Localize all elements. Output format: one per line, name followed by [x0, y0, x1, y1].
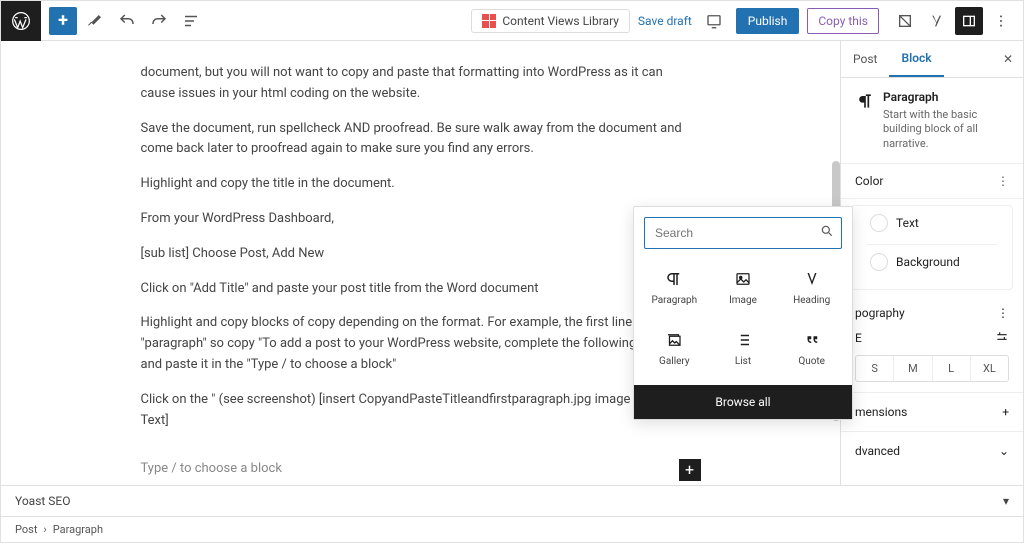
- block-option-heading[interactable]: Heading: [779, 259, 844, 316]
- paragraph-block[interactable]: Highlight and copy the title in the docu…: [141, 174, 701, 195]
- paragraph-block[interactable]: Save the document, run spellcheck AND pr…: [141, 119, 701, 161]
- paragraph-block[interactable]: document, but you will not want to copy …: [141, 63, 701, 105]
- block-search-input[interactable]: [644, 217, 842, 249]
- tab-post[interactable]: Post: [841, 42, 889, 76]
- breadcrumb-separator: ›: [43, 523, 46, 536]
- empty-paragraph-placeholder[interactable]: Type / to choose a block: [141, 459, 679, 480]
- redo-icon[interactable]: [145, 7, 173, 35]
- advanced-section[interactable]: dvanced ⌄: [841, 432, 1023, 470]
- block-type-description: Start with the basic building block of a…: [883, 108, 1009, 151]
- document-outline-icon[interactable]: [177, 7, 205, 35]
- block-option-list[interactable]: List: [711, 320, 776, 377]
- block-type-title: Paragraph: [883, 90, 1009, 104]
- chevron-down-icon: ⌄: [999, 444, 1009, 458]
- sidebar-toggle-icon[interactable]: [955, 7, 983, 35]
- block-option-image[interactable]: Image: [711, 259, 776, 316]
- color-panel-label: Color: [855, 174, 883, 188]
- text-color-option[interactable]: Text: [866, 206, 998, 240]
- publish-button[interactable]: Publish: [736, 8, 800, 34]
- edit-tools-icon[interactable]: [81, 7, 109, 35]
- quote-icon: [802, 330, 822, 350]
- yoast-icon[interactable]: [923, 7, 951, 35]
- settings-sidebar: Post Block ✕ Paragraph Start with the ba…: [840, 41, 1023, 485]
- content-views-label: Content Views Library: [502, 14, 619, 28]
- background-color-label: Background: [896, 255, 960, 269]
- block-option-label: Gallery: [659, 356, 690, 367]
- size-custom-icon[interactable]: [995, 330, 1009, 347]
- block-option-gallery[interactable]: Gallery: [642, 320, 707, 377]
- font-size-s[interactable]: S: [856, 356, 893, 381]
- size-label-partial: E: [855, 331, 862, 345]
- wordpress-logo[interactable]: [1, 1, 41, 41]
- yoast-seo-label: Yoast SEO: [15, 494, 71, 508]
- paragraph-icon: [664, 269, 684, 289]
- paragraph-block[interactable]: Highlight and copy blocks of copy depend…: [141, 313, 701, 375]
- paragraph-block[interactable]: Click on "Add Title" and paste your post…: [141, 279, 701, 300]
- text-color-label: Text: [896, 216, 919, 230]
- background-color-swatch: [870, 253, 888, 271]
- paragraph-block[interactable]: Click on the " (see screenshot) [insert …: [141, 390, 701, 432]
- color-panel-options-icon[interactable]: ⋮: [997, 174, 1009, 188]
- undo-icon[interactable]: [113, 7, 141, 35]
- heading-icon: [802, 269, 822, 289]
- browse-all-button[interactable]: Browse all: [634, 385, 852, 419]
- tab-block[interactable]: Block: [889, 41, 943, 77]
- copy-this-button[interactable]: Copy this: [807, 8, 879, 34]
- background-color-option[interactable]: Background: [866, 244, 998, 279]
- dimensions-section[interactable]: mensions +: [841, 393, 1023, 432]
- block-option-paragraph[interactable]: Paragraph: [642, 259, 707, 316]
- chevron-down-icon: ▾: [1003, 494, 1009, 508]
- typography-options-icon[interactable]: ⋮: [997, 306, 1009, 320]
- font-size-m[interactable]: M: [893, 356, 931, 381]
- block-option-label: Quote: [798, 356, 825, 367]
- paragraph-block[interactable]: [sub list] Choose Post, Add New: [141, 244, 701, 265]
- save-draft-button[interactable]: Save draft: [638, 14, 692, 28]
- image-icon: [733, 269, 753, 289]
- block-option-label: Image: [729, 295, 757, 306]
- settings-icon[interactable]: [891, 7, 919, 35]
- search-icon: [820, 224, 834, 242]
- color-panel-header[interactable]: Color ⋮: [841, 164, 1023, 199]
- breadcrumb-paragraph[interactable]: Paragraph: [53, 523, 103, 536]
- block-option-quote[interactable]: Quote: [779, 320, 844, 377]
- block-option-label: Paragraph: [651, 295, 697, 306]
- font-size-xl[interactable]: XL: [970, 356, 1008, 381]
- inline-add-block-button[interactable]: +: [679, 459, 701, 481]
- breadcrumb-post[interactable]: Post: [15, 523, 37, 536]
- close-sidebar-icon[interactable]: ✕: [993, 46, 1023, 72]
- paragraph-block-icon: [855, 90, 875, 112]
- list-icon: [733, 330, 753, 350]
- yoast-seo-panel[interactable]: Yoast SEO ▾: [1, 486, 1023, 517]
- dimensions-label: mensions: [855, 405, 907, 419]
- typography-label: pography: [855, 306, 905, 320]
- block-inserter-popover: Paragraph Image Heading Gallery List Quo…: [633, 206, 853, 420]
- preview-icon[interactable]: [700, 7, 728, 35]
- advanced-label: dvanced: [855, 444, 900, 458]
- paragraph-block[interactable]: From your WordPress Dashboard,: [141, 209, 701, 230]
- topbar: + Content Views Library Save draft Publi…: [1, 1, 1023, 41]
- font-size-l[interactable]: L: [932, 356, 970, 381]
- block-breadcrumb: Post › Paragraph: [1, 517, 1023, 542]
- add-block-button[interactable]: +: [49, 7, 77, 35]
- text-color-swatch: [870, 214, 888, 232]
- options-menu-icon[interactable]: [987, 7, 1015, 35]
- block-option-label: Heading: [793, 295, 830, 306]
- content-views-library-button[interactable]: Content Views Library: [471, 9, 630, 33]
- plus-icon: +: [1002, 405, 1009, 419]
- gallery-icon: [664, 330, 684, 350]
- block-option-label: List: [735, 356, 751, 367]
- content-views-grid-icon: [482, 14, 496, 28]
